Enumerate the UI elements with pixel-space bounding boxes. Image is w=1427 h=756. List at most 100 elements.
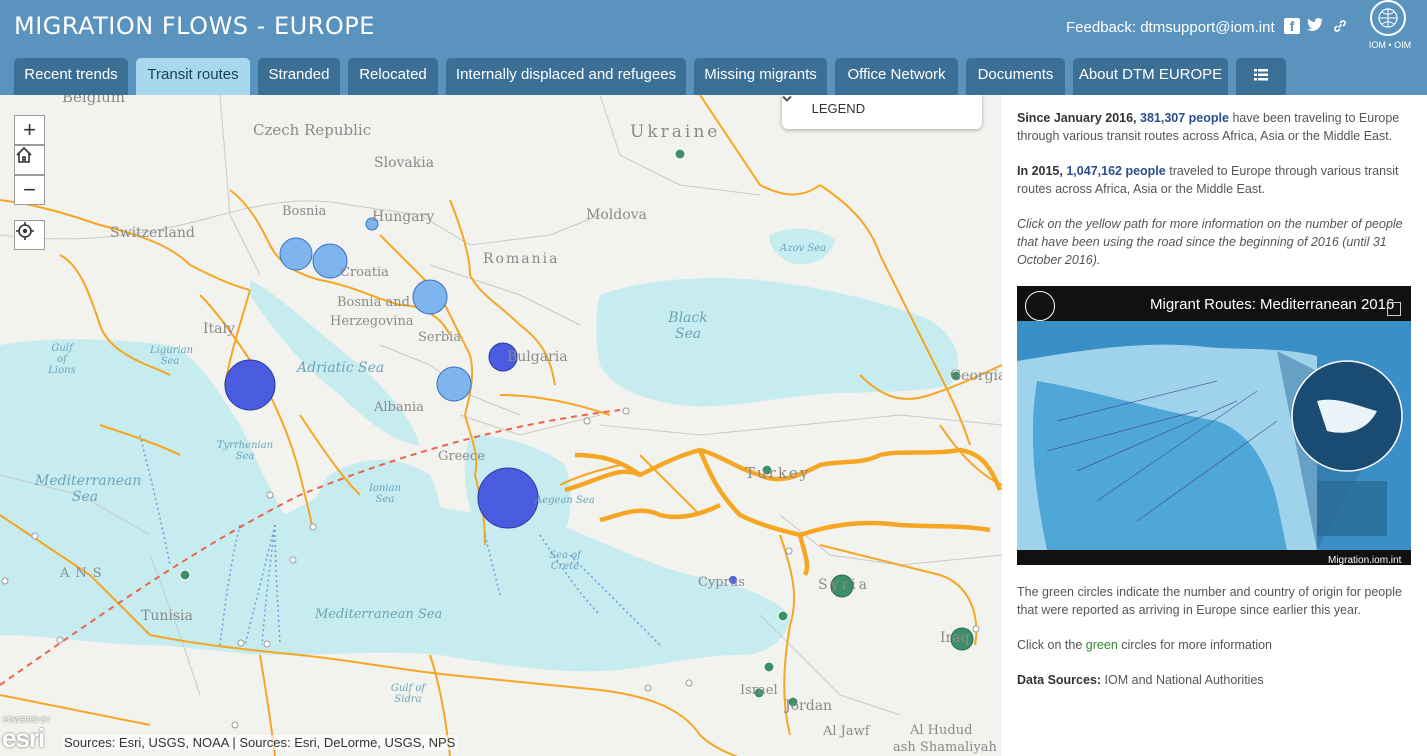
hint-text-green: green	[1085, 638, 1118, 652]
circle-greece[interactable]	[477, 467, 539, 529]
list-icon	[1254, 69, 1268, 81]
label-black-sea: Black Sea	[668, 310, 708, 342]
label-al-jawf: Al Jawf	[823, 724, 870, 739]
circle-fyrom[interactable]	[436, 366, 472, 402]
circle-italy[interactable]	[224, 359, 276, 411]
app-header: MIGRATION FLOWS - EUROPE Feedback: dtmsu…	[0, 0, 1427, 95]
label-serbia: Serbia	[418, 330, 462, 345]
home-icon	[16, 146, 32, 163]
locate-button[interactable]	[14, 220, 45, 250]
label-bosnia: Bosnia	[282, 204, 327, 219]
map-attribution: Sources: Esri, USGS, NOAA | Sources: Esr…	[62, 735, 458, 750]
tab-stranded[interactable]: Stranded	[258, 58, 340, 95]
video-brand: Migration.iom.int	[1328, 555, 1402, 566]
label-turkey: Turkey	[745, 464, 811, 482]
yellow-path-hint: Click on the yellow path for more inform…	[1017, 217, 1403, 267]
label-georgia: Georgia	[950, 368, 1002, 384]
label-bosnia-and: Bosnia and	[337, 295, 410, 310]
label-ash-shamaliyah: ash Shamaliyah	[893, 740, 997, 755]
label-hungary: Hungary	[372, 209, 435, 225]
map-canvas[interactable]	[0, 95, 1002, 756]
label-czech-republic: Czech Republic	[253, 121, 372, 139]
data-sources: Data Sources: IOM and National Authoriti…	[1017, 671, 1411, 689]
legend-toggle[interactable]: LEGEND	[782, 95, 982, 129]
iom-video-logo-icon	[1025, 291, 1055, 321]
data-sources-label: Data Sources:	[1017, 673, 1102, 687]
info-sidebar: Since January 2016, 381,307 people have …	[1002, 95, 1427, 756]
label-tyrrhenian-sea: Tyrrhenian Sea	[216, 440, 274, 462]
label-libya-fragment: ANS	[60, 566, 108, 581]
green-circles-hint: Click on the green circles for more info…	[1017, 636, 1411, 654]
label-herzegovina: Herzegovina	[330, 314, 414, 329]
home-button[interactable]	[14, 145, 45, 175]
count-2015: 1,047,162 people	[1066, 164, 1166, 178]
hint-text-b: circles for more information	[1121, 638, 1273, 652]
circle-slovenia[interactable]	[279, 237, 313, 271]
label-aegean-sea: Aegean Sea	[535, 495, 595, 506]
label-cyprus: Cyprus	[698, 575, 745, 590]
tab-office-network[interactable]: Office Network	[835, 58, 958, 95]
label-ionian-sea: Ionian Sea	[368, 483, 401, 505]
label-jordan: Jordan	[785, 698, 833, 714]
circle-ukraine[interactable]	[674, 148, 686, 160]
label-greece: Greece	[438, 449, 485, 464]
video-thumbnail[interactable]	[1017, 321, 1411, 550]
legend-label: LEGEND	[811, 101, 866, 116]
tab-relocated[interactable]: Relocated	[348, 58, 438, 95]
label-israel: Israel	[740, 683, 778, 698]
label-gulf-of-lions: Gulf of Lions	[48, 343, 76, 376]
map-view[interactable]: Belgium Czech Republic Ukraine Slovakia …	[0, 95, 1002, 756]
zoom-in-button[interactable]: +	[14, 115, 45, 145]
label-al-hudud: Al Hudud	[910, 723, 973, 738]
label-ukraine: Ukraine	[630, 122, 721, 142]
label-iraq: Iraq	[940, 630, 970, 646]
video-title: Migrant Routes: Mediterranean 2016	[1150, 296, 1395, 313]
iom-logo-text: IOM • OIM	[1368, 40, 1412, 50]
info-2016: Since January 2016, 381,307 people have …	[1017, 109, 1411, 145]
label-italy: Italy	[203, 321, 235, 337]
label-azov-sea: Azov Sea	[780, 243, 827, 254]
tab-missing-migrants[interactable]: Missing migrants	[694, 58, 827, 95]
iom-logo: IOM • OIM	[1366, 0, 1414, 52]
label-adriatic-sea: Adriatic Sea	[297, 360, 385, 376]
label-mediterranean-sea-central: Mediterranean Sea	[315, 607, 443, 622]
zoom-out-button[interactable]: −	[14, 175, 45, 205]
feedback-link[interactable]: Feedback: dtmsupport@iom.int	[1066, 19, 1275, 36]
label-albania: Albania	[374, 400, 424, 415]
circle-tunisia[interactable]	[179, 569, 191, 581]
green-circles-explainer: The green circles indicate the number an…	[1017, 585, 1402, 617]
label-moldova: Moldova	[586, 207, 647, 223]
crosshair-icon	[16, 222, 34, 240]
label-sea-of-crete: Sea of Crete	[549, 550, 581, 572]
link-icon[interactable]	[1332, 18, 1348, 34]
label-slovakia: Slovakia	[374, 155, 435, 171]
facebook-icon[interactable]: f	[1284, 18, 1300, 34]
app-title: MIGRATION FLOWS - EUROPE	[14, 12, 375, 40]
tab-recent-trends[interactable]: Recent trends	[14, 58, 128, 95]
video-player[interactable]: Migrant Routes: Mediterranean 2016 Migra…	[1017, 286, 1411, 566]
label-tunisia: Tunisia	[141, 608, 193, 624]
tab-internally-displaced[interactable]: Internally displaced and refugees	[446, 58, 686, 95]
esri-logo[interactable]: esri	[2, 723, 45, 754]
circle-palestine[interactable]	[763, 661, 775, 673]
label-gulf-of-sidra: Gulf of Sidra	[390, 683, 426, 705]
label-syria: Syria	[818, 577, 871, 593]
label-switzerland: Switzerland	[110, 225, 195, 241]
info-2016-lead: Since January 2016,	[1017, 111, 1137, 125]
data-sources-value: IOM and National Authorities	[1104, 673, 1264, 687]
info-2015: In 2015, 1,047,162 people traveled to Eu…	[1017, 162, 1411, 198]
label-ligurian-sea: Ligurian Sea	[150, 345, 194, 367]
tab-transit-routes[interactable]: Transit routes	[136, 58, 250, 95]
circle-lebanon[interactable]	[777, 610, 789, 622]
twitter-icon[interactable]	[1307, 18, 1323, 34]
label-croatia: Croatia	[340, 265, 389, 280]
tab-more-menu[interactable]	[1236, 58, 1286, 95]
count-2016: 381,307 people	[1140, 111, 1229, 125]
tab-documents[interactable]: Documents	[966, 58, 1065, 95]
tab-about-dtm-europe[interactable]: About DTM EUROPE	[1073, 58, 1228, 95]
share-icon[interactable]	[1387, 302, 1401, 316]
label-belgium: Belgium	[62, 95, 125, 106]
label-bulgaria: Bulgaria	[507, 349, 568, 365]
circle-serbia[interactable]	[412, 279, 448, 315]
label-mediterranean-sea-west: Mediterranean Sea	[35, 473, 142, 505]
